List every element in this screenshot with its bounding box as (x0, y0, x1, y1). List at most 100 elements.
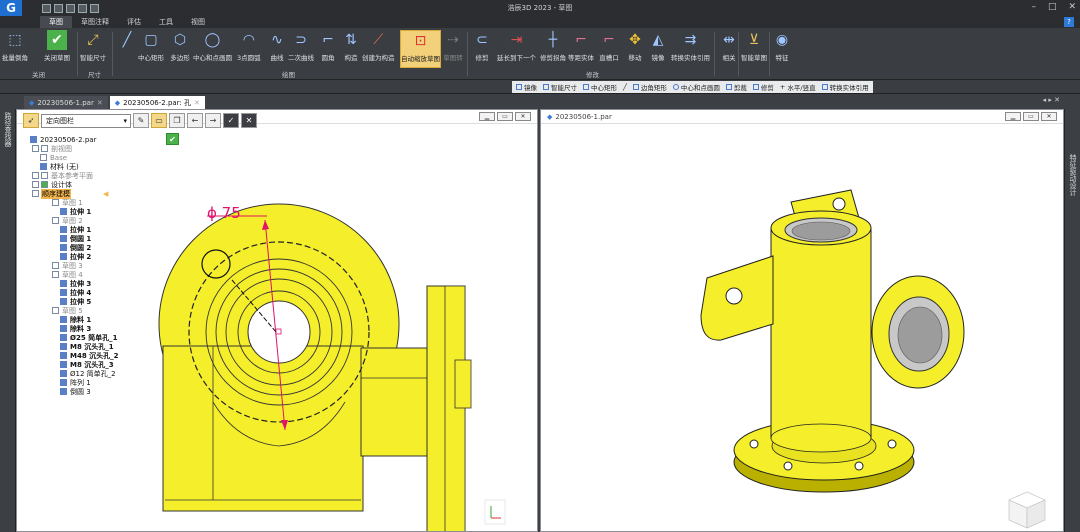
circle-center-point-button[interactable]: ◯ 中心和点画圆 (193, 30, 232, 68)
view-cube[interactable] (1008, 491, 1046, 529)
dimension-label[interactable]: ϕ 75 (207, 204, 241, 222)
close-tab-icon[interactable]: ✕ (194, 99, 200, 107)
circle-icon: ◯ (204, 32, 221, 48)
curve-button[interactable]: ∿ 曲线 (267, 30, 287, 68)
trim-corner-button[interactable]: ┼ 修剪拐角 (540, 30, 566, 68)
batch-chamfer-button[interactable]: ⬚ 批量倒角 (2, 30, 28, 68)
trim-icon: ⊂ (476, 32, 488, 48)
doc-tab-1[interactable]: ◆ 20230506-1.par ✕ (24, 96, 108, 109)
material-icon (40, 163, 47, 170)
construction-button[interactable]: ⇅ 构造 (341, 30, 361, 68)
tab-scroll-arrows[interactable]: ◂ ▸ ✕ (1043, 96, 1060, 104)
help-button[interactable]: ? (1064, 17, 1074, 27)
undo-icon[interactable] (78, 3, 87, 13)
trim-button[interactable]: ⊂ 修剪 (472, 30, 492, 68)
save-icon[interactable] (66, 3, 75, 13)
sketch-canvas[interactable] (17, 110, 538, 532)
checkbox-icon[interactable] (40, 154, 47, 161)
copy-button[interactable]: ❐ (169, 113, 185, 128)
top-opening-inner (791, 221, 851, 241)
command-bar: 镜像 智能尺寸 中心矩形 ╱ 边角矩形 中心和点画圆 剪裁 修剪 + 水平/竖直 … (0, 80, 1080, 94)
line-button[interactable]: ╱ (117, 30, 137, 68)
new-icon[interactable] (42, 3, 51, 13)
viewport-left[interactable]: ▁ ▭ ✕ ϕ 75 (16, 109, 538, 532)
checkbox-icon[interactable] (32, 145, 39, 152)
checkbox-icon[interactable] (41, 181, 48, 188)
close-icon[interactable]: ✕ (1068, 2, 1076, 12)
back-button[interactable]: ← (187, 113, 203, 128)
conic-button[interactable]: ⊃ 二次曲线 (288, 30, 314, 68)
move-button[interactable]: ✥ 移动 (625, 30, 645, 68)
cmd-trim[interactable]: 修剪 (752, 82, 774, 92)
app-logo[interactable]: G (0, 0, 22, 16)
polygon-button[interactable]: ⬡ 多边形 (170, 30, 190, 68)
open-icon[interactable] (54, 3, 63, 13)
model-3d-canvas[interactable] (541, 110, 1064, 532)
cmd-center-rectangle[interactable]: 中心矩形 (583, 82, 617, 92)
group-label-modify: 修改 (586, 71, 599, 79)
mirror-button[interactable]: ◭ 镜像 (648, 30, 668, 68)
minimize-icon[interactable]: – (1031, 2, 1036, 12)
sketch-accept-button[interactable]: ✔ (166, 133, 179, 145)
checkbox-icon[interactable] (52, 199, 59, 206)
offset-entity-button[interactable]: ⌐ 等距实体 (568, 30, 594, 68)
cmd-mirror[interactable]: 镜像 (516, 82, 537, 92)
feature-driven-design-label[interactable]: 特征驱动设计 (1068, 154, 1078, 196)
auto-zoom-sketch-button[interactable]: ⊡ 自动缩放草图 (400, 30, 441, 68)
pathfinder-toolbar: ➶ 定向图栏 ▾ ✎ ▭ ❐ ← → ✓ ✕ (23, 112, 257, 129)
tab-evaluate[interactable]: 评估 (118, 16, 150, 28)
checkbox-icon[interactable] (52, 307, 59, 314)
checkbox-icon[interactable] (41, 172, 48, 179)
tree-item[interactable]: 剖视图 (32, 144, 73, 153)
tab-sketch-annotation[interactable]: 草图注释 (72, 16, 118, 28)
close-sketch-button[interactable]: ✔ 关闭草图 (44, 30, 70, 68)
accept-button[interactable]: ✓ (223, 113, 239, 128)
convert-entity-reference-button[interactable]: ⇉ 转换实体引用 (671, 30, 710, 68)
fillet-button[interactable]: ⌐ 圆角 (318, 30, 338, 68)
maximize-icon[interactable]: □ (1048, 2, 1057, 12)
smart-dimension-button[interactable]: ⤢ 智能尺寸 (80, 30, 106, 68)
tree-item[interactable]: 倒圆 3 (60, 387, 92, 396)
extend-to-next-button[interactable]: ⇥ 延长到下一个 (497, 30, 536, 68)
create-as-construction-button[interactable]: ⟋ 创建为构造 (362, 30, 395, 68)
tab-view[interactable]: 视图 (182, 16, 214, 28)
cmd-horizontal-vertical[interactable]: + 水平/竖直 (780, 82, 816, 92)
straight-slot-button[interactable]: ⌐ 直槽口 (599, 30, 619, 68)
window-select-button[interactable]: ▭ (151, 113, 167, 128)
filter-dropdown[interactable]: 定向图栏 ▾ (41, 113, 131, 128)
close-tab-icon[interactable]: ✕ (97, 99, 103, 107)
cancel-button[interactable]: ✕ (241, 113, 257, 128)
sketch-convert-button[interactable]: ⇢ 草图转 (443, 30, 463, 68)
viewport-right[interactable]: ◆ 20230506-1.par ▁ ▭ ✕ (540, 109, 1064, 532)
cmd-line[interactable]: ╱ (623, 83, 627, 91)
redo-icon[interactable] (90, 3, 99, 13)
checkbox-icon[interactable] (32, 190, 39, 197)
cmd-smart-dimension[interactable]: 智能尺寸 (543, 82, 577, 92)
cmd-convert-reference[interactable]: 转换实体引用 (821, 82, 869, 92)
cmd-cut[interactable]: 剪裁 (725, 82, 747, 92)
tab-tools[interactable]: 工具 (150, 16, 182, 28)
pathfinder-strip-label[interactable]: 路径查找器 (3, 112, 13, 147)
three-point-arc-button[interactable]: ◠ 3点圆弧 (237, 30, 261, 68)
relations-button[interactable]: ⇹ 相关 (719, 30, 739, 68)
tab-sketch[interactable]: 草图 (40, 16, 72, 28)
checkbox-icon[interactable] (52, 262, 59, 269)
select-tool-button[interactable]: ➶ (23, 113, 39, 128)
checkbox-icon[interactable] (52, 217, 59, 224)
smart-sketch-button[interactable]: ⊻ 智能草图 (741, 30, 767, 68)
sketch-edit-button[interactable]: ✎ (133, 113, 149, 128)
checkbox-icon[interactable] (52, 271, 59, 278)
cmd-corner-rectangle[interactable]: 边角矩形 (632, 82, 667, 92)
checkbox-icon[interactable] (41, 145, 48, 152)
checkbox-icon[interactable] (32, 172, 39, 179)
round-icon (60, 235, 67, 242)
cmd-circle[interactable]: 中心和点画圆 (672, 82, 720, 92)
center-rectangle-button[interactable]: ▢ 中心矩形 (138, 30, 164, 68)
group-separator (77, 32, 78, 76)
feature-button[interactable]: ◉ 特征 (772, 30, 792, 68)
flange-bolt-hole (887, 439, 897, 449)
forward-button[interactable]: → (205, 113, 221, 128)
checkbox-icon[interactable] (32, 181, 39, 188)
main-cylinder-body (770, 227, 872, 439)
doc-tab-2[interactable]: ◆ 20230506-2.par: 孔 ✕ (109, 96, 205, 109)
